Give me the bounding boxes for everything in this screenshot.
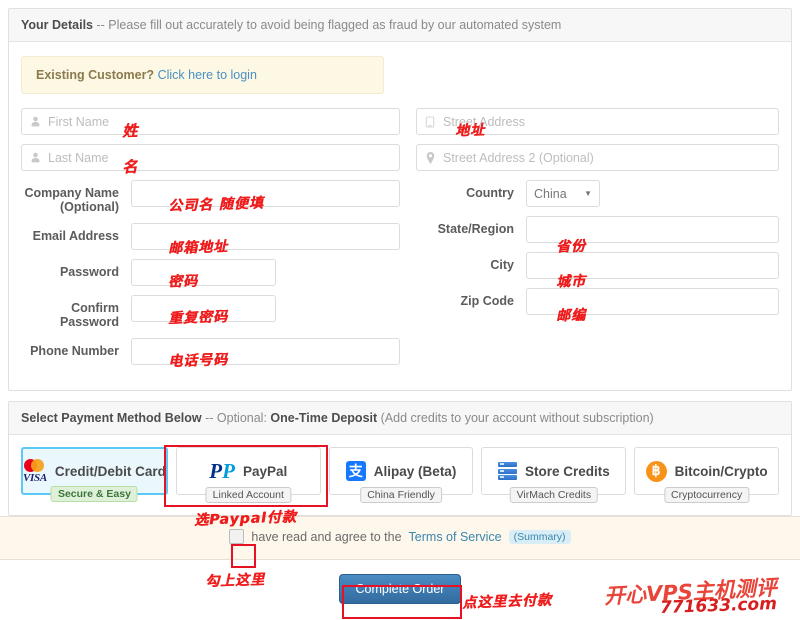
annotation-pay-paypal: 选Paypal付款: [193, 509, 298, 529]
map-pin-icon: [417, 151, 443, 164]
paypal-icon: PP: [209, 459, 235, 483]
user-icon: [22, 116, 48, 127]
payment-method-tag: VirMach Credits: [509, 487, 599, 503]
annotation-zip-code: 邮编: [555, 307, 587, 325]
payment-method-bitcoin-crypto[interactable]: ฿ Bitcoin/Crypto Cryptocurrency: [634, 447, 780, 503]
payment-method-tag: China Friendly: [360, 487, 442, 503]
payment-method-paypal[interactable]: PP PayPal Linked Account: [175, 447, 321, 503]
terms-inner: have read and agree to the Terms of Serv…: [229, 529, 571, 544]
chevron-down-icon: ▼: [584, 189, 592, 198]
annotation-password: 密码: [167, 273, 199, 291]
annotation-street-address: 地址: [454, 122, 486, 140]
payment-method-name: Alipay (Beta): [373, 463, 457, 479]
form-column-right: Street Address Street Address 2 (Optiona…: [400, 108, 779, 374]
alipay-icon: 支: [345, 461, 366, 481]
first-name-row: First Name: [21, 108, 400, 135]
payment-method-name: PayPal: [242, 463, 288, 479]
password-label: Password: [59, 265, 119, 279]
your-details-header-strong: Your Details: [21, 18, 94, 32]
annotation-company-name: 公司名 随便填: [167, 195, 265, 215]
city-row: City: [416, 252, 779, 279]
payment-method-header: Select Payment Method Below -- Optional:…: [9, 402, 791, 435]
terms-summary-link[interactable]: (Summary): [508, 529, 571, 544]
country-select[interactable]: China ▼: [526, 180, 600, 207]
payment-method-tag: Linked Account: [205, 487, 291, 503]
zip-code-label: Zip Code: [460, 294, 514, 308]
payment-cards-wrap: VISA Credit/Debit Card Secure & Easy PP …: [9, 435, 791, 515]
country-row: Country China ▼: [416, 180, 779, 207]
annotation-city: 城市: [555, 273, 587, 291]
last-name-row: Last Name: [21, 144, 400, 171]
payment-method-panel: Select Payment Method Below -- Optional:…: [8, 401, 792, 516]
zip-code-row: Zip Code: [416, 288, 779, 315]
city-label: City: [490, 258, 514, 272]
payment-header-strong: Select Payment Method Below: [21, 411, 202, 425]
last-name-input[interactable]: Last Name: [21, 144, 400, 171]
server-stack-icon: [497, 462, 517, 480]
email-address-label: Email Address: [32, 229, 119, 243]
payment-method-list: VISA Credit/Debit Card Secure & Easy PP …: [21, 445, 780, 503]
terms-text: have read and agree to the: [251, 529, 402, 544]
payment-header-rest: (Add credits to your account without sub…: [380, 411, 654, 425]
state-region-label: State/Region: [437, 222, 514, 236]
first-name-input[interactable]: First Name: [21, 108, 400, 135]
watermark-sub: 771633.com: [659, 593, 778, 619]
existing-customer-alert: Existing Customer? Click here to login: [21, 56, 384, 94]
your-details-header: Your Details -- Please fill out accurate…: [9, 9, 791, 42]
payment-method-name: Credit/Debit Card: [54, 463, 166, 479]
existing-customer-label: Existing Customer?: [36, 68, 155, 82]
building-icon: [417, 116, 443, 128]
company-name-label-line2: (Optional): [59, 200, 119, 214]
annotation-first-name: 姓: [121, 121, 139, 141]
terms-of-service-link[interactable]: Terms of Service: [409, 530, 502, 544]
payment-method-alipay[interactable]: 支 Alipay (Beta) China Friendly: [328, 447, 474, 503]
confirm-password-label: Confirm Password: [59, 301, 119, 329]
company-name-label: Company Name (Optional): [21, 180, 131, 214]
first-name-placeholder: First Name: [48, 114, 110, 129]
street-address-2-placeholder: Street Address 2 (Optional): [443, 150, 594, 165]
complete-order-button[interactable]: Complete Order: [338, 574, 462, 604]
payment-header-mid: -- Optional:: [205, 411, 267, 425]
payment-method-name: Store Credits: [524, 463, 610, 479]
payment-method-tag: Cryptocurrency: [664, 487, 750, 503]
payment-method-name: Bitcoin/Crypto: [674, 463, 768, 479]
phone-number-label: Phone Number: [30, 344, 119, 358]
login-link[interactable]: Click here to login: [158, 68, 257, 82]
annotation-state-region: 省份: [555, 238, 587, 256]
last-name-placeholder: Last Name: [48, 150, 109, 165]
payment-method-credit-debit-card[interactable]: VISA Credit/Debit Card Secure & Easy: [21, 447, 168, 502]
payment-header-bold2: One-Time Deposit: [270, 411, 378, 425]
company-name-label-line1: Company Name: [24, 186, 119, 200]
state-region-row: State/Region: [416, 216, 779, 243]
payment-method-store-credits[interactable]: Store Credits VirMach Credits: [481, 447, 627, 503]
mastercard-visa-icon: VISA: [23, 458, 47, 484]
user-icon: [22, 152, 48, 163]
order-page: Your Details -- Please fill out accurate…: [0, 8, 800, 620]
your-details-header-rest: -- Please fill out accurately to avoid b…: [96, 18, 562, 32]
payment-method-tag: Secure & Easy: [50, 486, 138, 502]
annotation-click-to-pay: 点这里去付款: [461, 592, 553, 612]
terms-bar: have read and agree to the Terms of Serv…: [0, 516, 800, 560]
password-input[interactable]: [131, 259, 276, 286]
form-columns: First Name Last Name Company Name (Optio…: [21, 108, 779, 374]
your-details-body: Existing Customer? Click here to login F…: [9, 42, 791, 390]
annotation-email: 邮箱地址: [167, 238, 229, 258]
annotation-last-name: 名: [121, 157, 139, 177]
annotation-confirm-password: 重复密码: [167, 308, 229, 328]
terms-checkbox[interactable]: [229, 529, 245, 544]
country-control: China ▼: [526, 180, 779, 207]
password-row: Password: [21, 259, 400, 286]
annotation-check-here: 勾上这里: [204, 571, 266, 591]
street-address-2-input[interactable]: Street Address 2 (Optional): [416, 144, 779, 171]
bitcoin-icon: ฿: [645, 460, 667, 482]
country-label: Country: [466, 186, 514, 200]
your-details-panel: Your Details -- Please fill out accurate…: [8, 8, 792, 391]
country-selected-value: China: [534, 186, 567, 201]
annotation-phone: 电话号码: [167, 351, 229, 371]
street-address-2-row: Street Address 2 (Optional): [416, 144, 779, 171]
